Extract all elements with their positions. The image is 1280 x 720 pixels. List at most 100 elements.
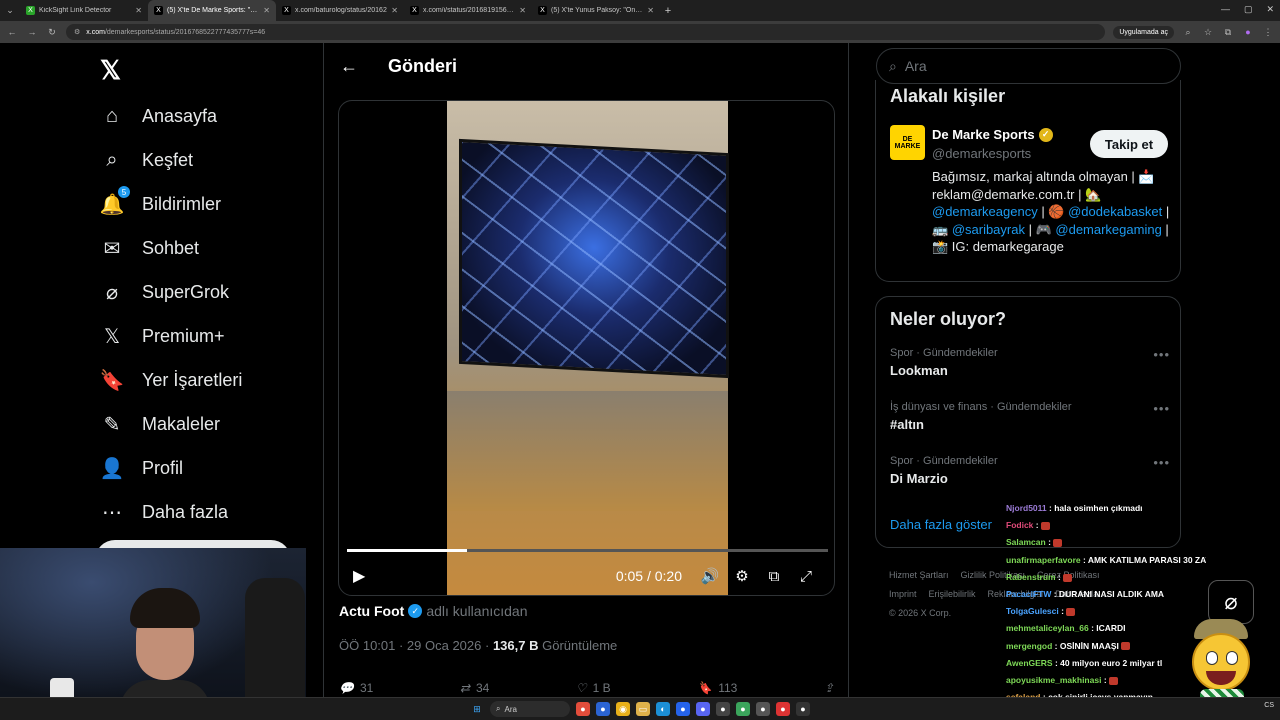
app-icon[interactable]: ● [776, 702, 790, 716]
trend-item[interactable]: Spor · Gündemdekiler Di Marzio ••• [890, 455, 1170, 486]
volume-icon[interactable]: 🔊 [694, 567, 726, 585]
browser-tab[interactable]: X x.com/baturolog/status/20162 ✕ [276, 0, 404, 21]
bio-link[interactable]: @dodekabasket [1068, 204, 1162, 219]
app-icon[interactable]: ● [576, 702, 590, 716]
play-icon[interactable]: ▶ [353, 566, 365, 586]
stream-chat-overlay: Njord5011 : hala osimhen çıkmadı Fodick :… [1006, 500, 1206, 720]
browser-tab[interactable]: X (5) X'te Yunus Paksoy: "Önce A ✕ [532, 0, 660, 21]
nav-item-makaleler[interactable]: ✎ Makaleler [100, 402, 242, 446]
related-name[interactable]: De Marke Sports ✓ [932, 127, 1053, 142]
open-in-app-button[interactable]: Uygulamada aç [1113, 25, 1174, 39]
trend-category: Spor · Gündemdekiler [890, 455, 998, 467]
app-icon[interactable]: ● [676, 702, 690, 716]
taskbar-search[interactable]: ⌕ Ara [490, 701, 570, 717]
share-button[interactable]: ⇪ [824, 681, 834, 695]
nav-item-ke-fet[interactable]: ⌕ Keşfet [100, 138, 242, 182]
app-icon[interactable]: ● [596, 702, 610, 716]
nav-item-anasayfa[interactable]: ⌂ Anasayfa [100, 94, 242, 138]
more-options-icon[interactable]: ••• [1153, 455, 1170, 470]
browser-tab[interactable]: X (5) X'te De Marke Sports: "Marc ✕ [148, 0, 276, 21]
x-logo[interactable]: 𝕏 [100, 55, 121, 86]
bio-sep: | 🎮 [1024, 221, 1056, 237]
show-more-link[interactable]: Daha fazla göster [890, 517, 992, 532]
back-nav-icon[interactable]: ← [6, 27, 18, 37]
app-icon[interactable]: ● [716, 702, 730, 716]
app-icon[interactable]: ● [796, 702, 810, 716]
attrib-author[interactable]: Actu Foot [339, 603, 404, 619]
nav-item-label: SuperGrok [142, 281, 230, 302]
tab-close-icon[interactable]: ✕ [391, 6, 398, 15]
view-count: 136,7 B [492, 638, 539, 653]
app-icon[interactable]: ● [756, 702, 770, 716]
tab-close-icon[interactable]: ✕ [647, 6, 654, 15]
tab-close-icon[interactable]: ✕ [519, 6, 526, 15]
trend-item[interactable]: İş dünyası ve finans · Gündemdekiler #al… [890, 401, 1170, 432]
bio-link[interactable]: @demarkeagency [932, 204, 1038, 219]
profile-icon[interactable]: ● [1242, 27, 1254, 37]
windows-start-icon[interactable]: ⊞ [470, 702, 484, 716]
fullscreen-icon[interactable]: ⤢ [790, 568, 822, 585]
footer-link[interactable]: Imprint [889, 589, 917, 599]
edge-icon[interactable]: ◐ [656, 702, 670, 716]
like-button[interactable]: ♡ 1 B [576, 681, 611, 695]
search-icon: ⌕ [106, 148, 118, 171]
nav-item-label: Premium+ [142, 325, 225, 346]
chrome-icon[interactable]: ◉ [616, 702, 630, 716]
maximize-icon[interactable]: ▢ [1244, 4, 1253, 15]
bio-text: Bağımsız, markaj altında olmayan | 📩 rek… [932, 169, 1155, 202]
new-tab-button[interactable]: + [660, 5, 676, 17]
trend-item[interactable]: Spor · Gündemdekiler Lookman ••• [890, 347, 1170, 378]
repost-button[interactable]: ⇄ 34 [460, 681, 489, 695]
bio-link[interactable]: @saribayrak [952, 222, 1025, 237]
nav-item-bildirimler[interactable]: 🔔 5 Bildirimler [100, 182, 242, 226]
settings-gear-icon[interactable]: ⚙ [726, 567, 758, 585]
reply-button[interactable]: 💬 31 [339, 681, 373, 695]
folder-icon[interactable]: ▭ [636, 702, 650, 716]
follow-button[interactable]: Takip et [1090, 130, 1168, 158]
url-field[interactable]: ⚙ x.com/demarkesports/status/20167685227… [66, 24, 1106, 40]
footer-link[interactable]: Hizmet Şartları [889, 570, 949, 580]
chat-username: TolgaGulesci [1006, 606, 1059, 617]
star-icon[interactable]: ☆ [1202, 27, 1214, 38]
nav-item-sohbet[interactable]: ✉ Sohbet [100, 226, 242, 270]
search-input[interactable]: ⌕ Ara [876, 48, 1181, 84]
back-arrow-icon[interactable]: ← [340, 56, 358, 77]
nav-item-daha-fazla[interactable]: ⋯ Daha fazla [100, 490, 242, 534]
bookmark-button[interactable]: 🔖 113 [697, 681, 737, 695]
tab-close-icon[interactable]: ✕ [135, 6, 142, 15]
extensions-icon[interactable]: ⧉ [1222, 27, 1234, 38]
verified-badge-icon: ✓ [1038, 127, 1053, 142]
tab-favicon-icon: X [538, 6, 547, 15]
footer-link[interactable]: Erişilebilirlik [929, 589, 976, 599]
taskbar-search-label: Ara [504, 704, 517, 714]
video-player[interactable]: ▶ 0:05 / 0:20 🔊 ⚙ ⧉ ⤢ [338, 100, 835, 596]
zoom-icon[interactable]: ⌕ [1182, 27, 1194, 38]
post-time[interactable]: ÖÖ 10:01 · 29 Oca 2026 · [339, 638, 489, 653]
browser-tab[interactable]: X x.com/i/status/2016819156121 ✕ [404, 0, 532, 21]
bio-link[interactable]: @demarkegaming [1055, 222, 1161, 237]
minimize-icon[interactable]: — [1221, 4, 1230, 15]
trend-category: İş dünyası ve finans · Gündemdekiler [890, 401, 1072, 413]
nav-item-yer-i-aretleri[interactable]: 🔖 Yer İşaretleri [100, 358, 243, 402]
close-window-icon[interactable]: ✕ [1266, 4, 1274, 15]
pip-icon[interactable]: ⧉ [758, 568, 790, 585]
nav-item-premium-[interactable]: 𝕏 Premium+ [100, 314, 242, 358]
discord-icon[interactable]: ● [696, 702, 710, 716]
nav-item-supergrok[interactable]: ⌀ SuperGrok [100, 270, 242, 314]
tab-favicon-icon: X [410, 6, 419, 15]
nav-item-profil[interactable]: 👤 Profil [100, 446, 242, 490]
reload-icon[interactable]: ↻ [46, 27, 58, 38]
menu-icon[interactable]: ⋮ [1262, 27, 1274, 38]
forward-nav-icon[interactable]: → [26, 27, 38, 37]
avatar[interactable]: DE MARKE [890, 125, 925, 160]
tab-menu-icon[interactable]: ⌄ [0, 5, 20, 16]
more-options-icon[interactable]: ••• [1153, 347, 1170, 362]
site-info-icon[interactable]: ⚙ [74, 28, 80, 36]
app-icon[interactable]: ● [736, 702, 750, 716]
tab-close-icon[interactable]: ✕ [263, 6, 270, 15]
more-options-icon[interactable]: ••• [1153, 401, 1170, 416]
video-progress-bar[interactable] [347, 549, 828, 552]
related-title: Alakalı kişiler [890, 86, 1006, 106]
more-icon: ⋯ [102, 501, 122, 524]
browser-tab[interactable]: X KickSight Link Detector ✕ [20, 0, 148, 21]
